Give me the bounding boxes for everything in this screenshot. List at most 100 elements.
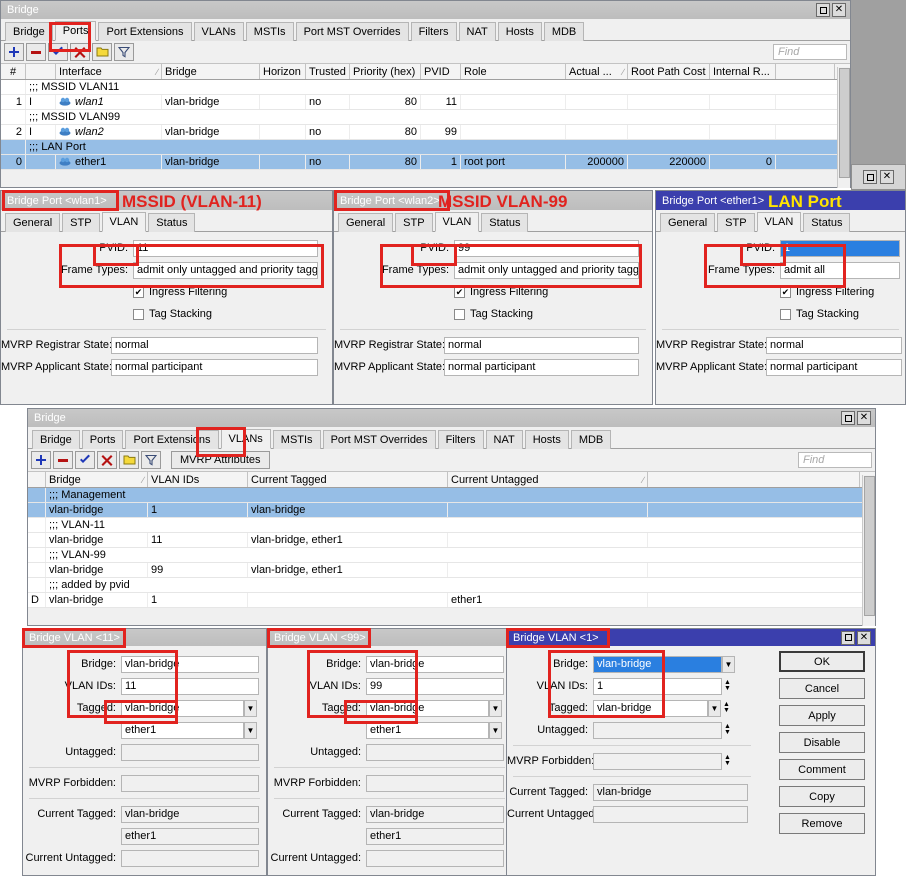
mvrp-applicant-input[interactable]: normal participant xyxy=(111,358,318,376)
vlans-table-scrollbar[interactable] xyxy=(862,475,875,626)
frame-types-select[interactable]: admit only untagged and priority tagged xyxy=(133,261,318,279)
find-input[interactable]: Find xyxy=(798,452,872,468)
mvrp-applicant-input[interactable]: normal participant xyxy=(766,358,902,376)
add-button[interactable] xyxy=(31,451,51,469)
table-row[interactable]: vlan-bridge 99 vlan-bridge, ether1 xyxy=(28,563,875,578)
ingress-filtering-checkbox[interactable]: ✔ Ingress Filtering xyxy=(780,286,874,298)
ports-table-scrollbar[interactable] xyxy=(837,67,850,188)
tag-stacking-checkbox[interactable]: Tag Stacking xyxy=(780,308,859,320)
tab-bridge[interactable]: Bridge xyxy=(5,22,53,41)
col-flags[interactable] xyxy=(26,64,56,79)
tab-port-mst-overrides[interactable]: Port MST Overrides xyxy=(295,22,409,41)
scrollbar-thumb[interactable] xyxy=(839,68,850,178)
tab-port-mst-overrides[interactable]: Port MST Overrides xyxy=(322,430,436,449)
table-row[interactable]: ;;; Management xyxy=(28,488,875,503)
tab-port-extensions[interactable]: Port Extensions xyxy=(98,22,192,41)
tab-filters[interactable]: Filters xyxy=(437,430,484,449)
remove-button[interactable]: Remove xyxy=(779,813,865,834)
col-role[interactable]: Role xyxy=(461,64,566,79)
tab-general[interactable]: General xyxy=(338,213,394,232)
close-icon[interactable]: ✕ xyxy=(832,3,846,17)
bridge-vlan-11-dialog[interactable]: Bridge VLAN <11> Bridge: vlan-bridge VLA… xyxy=(22,628,267,876)
bridge-select[interactable]: vlan-bridge xyxy=(121,655,259,673)
tagged-input-1[interactable]: vlan-bridge xyxy=(121,699,244,717)
col-interface[interactable]: Interface ∕ xyxy=(56,64,162,79)
table-row[interactable]: ;;; added by pvid xyxy=(28,578,875,593)
close-icon[interactable]: ✕ xyxy=(857,411,871,425)
tagged-dropdown-icon[interactable]: ▼ xyxy=(708,699,721,717)
tab-general[interactable]: General xyxy=(5,213,61,232)
tab-status[interactable]: Status xyxy=(803,213,851,232)
tagged-input[interactable]: vlan-bridge xyxy=(593,699,708,717)
vlan1-titlebar[interactable]: Bridge VLAN <1> ✕ xyxy=(507,629,875,646)
table-row[interactable]: vlan-bridge 1 vlan-bridge xyxy=(28,503,875,518)
comment-button[interactable] xyxy=(119,451,139,469)
remove-button[interactable] xyxy=(53,451,73,469)
tab-ports[interactable]: Ports xyxy=(54,21,97,41)
bridge-ports-titlebar[interactable]: Bridge ✕ xyxy=(1,1,850,19)
tab-nat[interactable]: NAT xyxy=(458,22,496,41)
tagged-stepper[interactable]: ▲ ▼ xyxy=(721,700,732,717)
mvrp-forbidden-input[interactable] xyxy=(121,774,259,792)
table-row[interactable]: 0 ether1 vlan-bridge no 80 1 root port 2… xyxy=(1,155,850,170)
tab-ports[interactable]: Ports xyxy=(81,430,124,449)
bridge-select[interactable]: vlan-bridge xyxy=(593,655,722,673)
col-vlan-ids[interactable]: VLAN IDs xyxy=(148,472,248,487)
frame-types-select[interactable]: admit all xyxy=(780,261,900,279)
tagged-input-1[interactable]: vlan-bridge xyxy=(366,699,489,717)
bridge-ports-tabstrip[interactable]: Bridge Ports Port Extensions VLANs MSTIs… xyxy=(1,19,850,41)
mvrp-applicant-input[interactable]: normal participant xyxy=(444,358,639,376)
maximize-icon[interactable] xyxy=(841,411,855,425)
tab-port-extensions[interactable]: Port Extensions xyxy=(125,430,219,449)
tag-stacking-checkbox[interactable]: Tag Stacking xyxy=(454,308,533,320)
bridge-vlans-table[interactable]: Bridge ∕ VLAN IDs Current Tagged Current … xyxy=(28,471,875,608)
ok-button[interactable]: OK xyxy=(779,651,865,672)
col-horizon[interactable]: Horizon xyxy=(260,64,306,79)
maximize-icon[interactable] xyxy=(816,3,830,17)
tab-mdb[interactable]: MDB xyxy=(570,430,612,449)
vlan-ids-input[interactable]: 1 xyxy=(593,677,722,695)
mvrp-attributes-button[interactable]: MVRP Attributes xyxy=(171,451,270,469)
cancel-button[interactable]: Cancel xyxy=(779,678,865,699)
tab-stp[interactable]: STP xyxy=(717,213,755,232)
tab-mstis[interactable]: MSTIs xyxy=(272,430,321,449)
tab-status[interactable]: Status xyxy=(148,213,196,232)
tagged-dropdown-icon-1[interactable]: ▼ xyxy=(244,699,257,717)
tab-mdb[interactable]: MDB xyxy=(543,22,585,41)
tab-nat[interactable]: NAT xyxy=(485,430,523,449)
bridge-ports-table[interactable]: # Interface ∕ Bridge Horizon Trusted Prio… xyxy=(1,63,850,170)
bridge-vlans-titlebar[interactable]: Bridge ✕ xyxy=(28,409,875,427)
remove-button[interactable] xyxy=(26,43,46,61)
col-actual[interactable]: Actual ... ∕ xyxy=(566,64,628,79)
tab-status[interactable]: Status xyxy=(481,213,529,232)
table-row[interactable]: ;;; MSSID VLAN11 xyxy=(1,80,850,95)
mvrp-registrar-input[interactable]: normal xyxy=(111,336,318,354)
tab-vlan[interactable]: VLAN xyxy=(434,212,480,232)
close-icon[interactable]: ✕ xyxy=(857,630,871,645)
tab-general[interactable]: General xyxy=(660,213,716,232)
untagged-input[interactable] xyxy=(593,721,722,739)
copy-button[interactable]: Copy xyxy=(779,786,865,807)
apply-button[interactable]: Apply xyxy=(779,705,865,726)
tab-hosts[interactable]: Hosts xyxy=(497,22,542,41)
table-row[interactable]: ;;; VLAN-11 xyxy=(28,518,875,533)
table-row[interactable]: D vlan-bridge 1 ether1 xyxy=(28,593,875,608)
col-bridge[interactable]: Bridge ∕ xyxy=(46,472,148,487)
maximize-icon[interactable] xyxy=(841,630,855,645)
bridge-vlans-tabstrip[interactable]: Bridge Ports Port Extensions VLANs MSTIs… xyxy=(28,427,875,449)
tagged-input-2[interactable]: ether1 xyxy=(366,721,489,739)
bridge-vlan-1-dialog[interactable]: Bridge VLAN <1> ✕ Bridge: vlan-bridge ▼ … xyxy=(506,628,876,876)
bridge-select[interactable]: vlan-bridge xyxy=(366,655,504,673)
disable-button[interactable] xyxy=(97,451,117,469)
table-row[interactable]: 1 I wlan1 vlan-bridge no 80 11 xyxy=(1,95,850,110)
filter-button[interactable] xyxy=(114,43,134,61)
tab-stp[interactable]: STP xyxy=(62,213,100,232)
bridge-vlans-toolbar[interactable]: MVRP Attributes Find xyxy=(28,449,875,471)
tab-hosts[interactable]: Hosts xyxy=(524,430,569,449)
bridge-port-ether1-dialog[interactable]: Bridge Port <ether1> General STP VLAN St… xyxy=(655,190,906,405)
tab-vlan[interactable]: VLAN xyxy=(101,212,147,232)
mvrp-forbidden-input[interactable] xyxy=(593,752,722,770)
untagged-input[interactable] xyxy=(366,743,504,761)
table-row[interactable]: ;;; MSSID VLAN99 xyxy=(1,110,850,125)
col-internal-r[interactable]: Internal R... xyxy=(710,64,776,79)
